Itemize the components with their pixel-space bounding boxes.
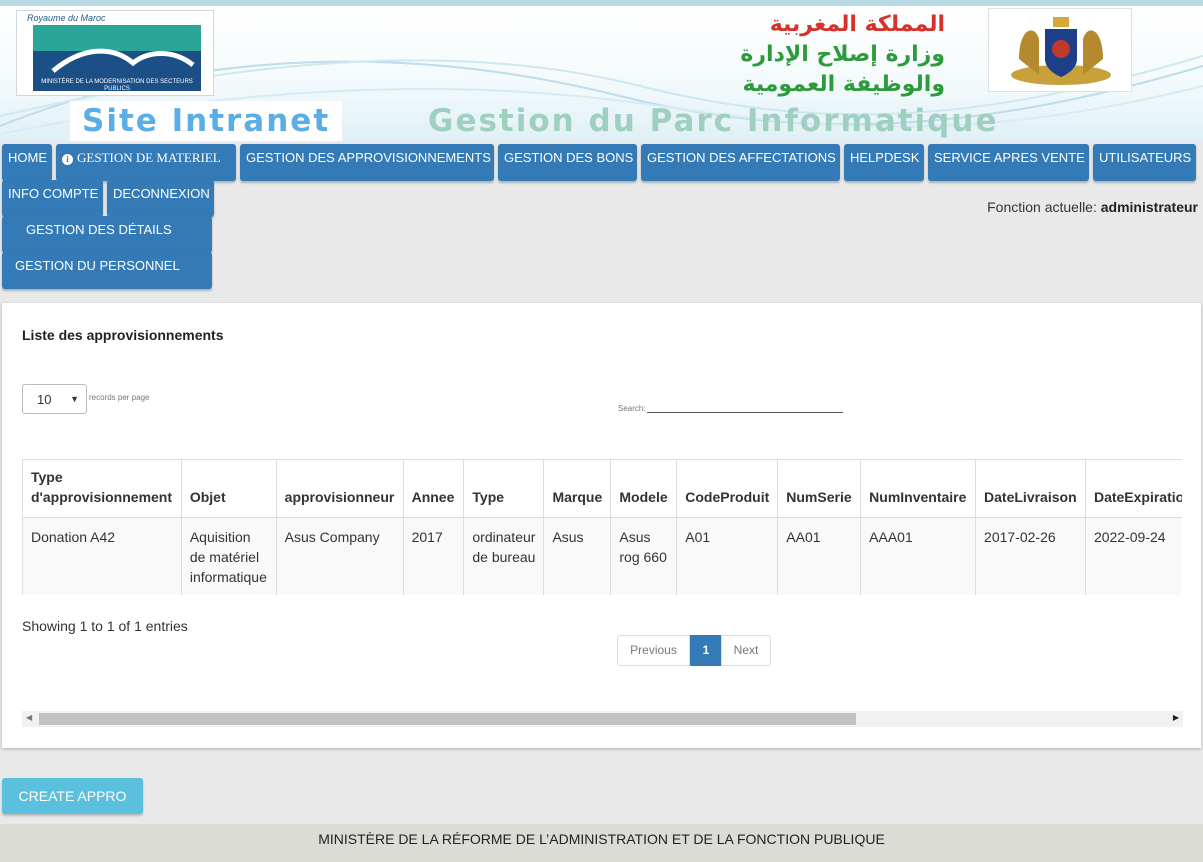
table-cell: 2017	[402, 517, 465, 595]
arabic-line-3: والوظيفة العمومية	[742, 72, 945, 97]
ministry-logo: Royaume du Maroc MINISTÈRE DE LA MODERNI…	[16, 10, 214, 96]
column-header[interactable]: Annee	[402, 459, 465, 518]
nav-info-compte-label: INFO COMPTE	[8, 186, 99, 201]
column-header[interactable]: Type	[463, 459, 545, 518]
create-appro-button[interactable]: CREATE APPRO	[2, 778, 143, 814]
coat-of-arms-icon	[1011, 17, 1111, 85]
entries-info: Showing 1 to 1 of 1 entries	[22, 618, 188, 634]
table-cell: Asus Company	[275, 517, 404, 595]
royal-emblem	[988, 8, 1132, 92]
logo-ministry-text: MINISTÈRE DE LA MODERNISATION DES SECTEU…	[41, 79, 193, 92]
table-cell: ordinateur de bureau	[463, 517, 545, 595]
table-cell: 2017-02-26	[975, 517, 1086, 595]
horizontal-scrollbar[interactable]: ◀ ▶	[22, 711, 1183, 727]
search-input[interactable]	[647, 412, 843, 413]
nav-info-compte[interactable]: INFO COMPTE	[2, 180, 103, 217]
nav-utilisateurs[interactable]: UTILISATEURS	[1093, 144, 1196, 181]
nav-gestion-approvisionnements[interactable]: GESTION DES APPROVISIONNEMENTS	[240, 144, 494, 181]
table-header-row: Type d'approvisionnement Objet approvisi…	[22, 459, 1182, 518]
nav-deconnexion-label: DECONNEXION	[113, 186, 210, 201]
column-header[interactable]: CodeProduit	[676, 459, 779, 518]
nav-home-label: HOME	[8, 150, 47, 165]
nav-gestion-materiel-label: GESTION DE MATERIEL	[77, 150, 221, 165]
logo-kingdom-text: Royaume du Maroc	[27, 13, 106, 23]
header-banner: Royaume du Maroc MINISTÈRE DE LA MODERNI…	[0, 6, 1203, 142]
footer: MINISTÈRE DE LA RÉFORME DE L’ADMINISTRAT…	[0, 824, 1203, 862]
current-role-value: administrateur	[1100, 199, 1198, 215]
search-label: Search:	[618, 404, 646, 413]
table-cell: AA01	[777, 517, 862, 595]
column-header[interactable]: DateLivraison	[975, 459, 1086, 518]
nav-gestion-affectations[interactable]: GESTION DES AFFECTATIONS	[641, 144, 840, 181]
nav-helpdesk-label: HELPDESK	[850, 150, 920, 165]
nav-gestion-affectations-label: GESTION DES AFFECTATIONS	[647, 150, 836, 165]
site-subtitle: Gestion du Parc Informatique	[428, 103, 999, 139]
column-header[interactable]: Objet	[180, 459, 277, 518]
nav-utilisateurs-label: UTILISATEURS	[1099, 150, 1192, 165]
table-cell: Asus	[543, 517, 612, 595]
nav-gestion-personnel[interactable]: GESTION DU PERSONNEL	[2, 252, 212, 289]
approvisionnements-panel: Liste des approvisionnements 10 ▼ record…	[2, 303, 1201, 748]
approvisionnements-table: Type d'approvisionnement Objet approvisi…	[22, 459, 1182, 595]
pagination: Previous 1 Next	[617, 635, 771, 666]
page-1-button[interactable]: 1	[690, 635, 722, 666]
table-cell: Aquisition de matériel informatique	[180, 517, 277, 595]
scrollbar-thumb[interactable]	[39, 713, 856, 725]
site-title: Site Intranet	[70, 101, 343, 141]
table-cell: Asus rog 660	[610, 517, 678, 595]
arabic-line-2: وزارة إصلاح الإدارة	[740, 42, 945, 67]
nav-gestion-appro-label: GESTION DES APPROVISIONNEMENTS	[246, 150, 491, 165]
current-role: Fonction actuelle: administrateur	[987, 199, 1198, 215]
column-header[interactable]: approvisionneur	[275, 459, 404, 518]
records-per-page-select[interactable]: 10 ▼	[22, 384, 87, 414]
previous-page-button[interactable]: Previous	[617, 635, 690, 666]
scroll-right-icon[interactable]: ▶	[1173, 713, 1179, 722]
nav-gestion-personnel-label: GESTION DU PERSONNEL	[15, 258, 180, 273]
table-cell: 2022-09-24	[1084, 517, 1182, 595]
nav-sav-label: SERVICE APRES VENTE	[934, 150, 1085, 165]
scroll-left-icon[interactable]: ◀	[26, 713, 32, 722]
nav-gestion-details[interactable]: GESTION DES DÉTAILS	[2, 216, 212, 253]
nav-gestion-details-label: GESTION DES DÉTAILS	[26, 222, 172, 237]
records-per-page-label: records per page	[89, 393, 150, 402]
column-header[interactable]: NumSerie	[777, 459, 862, 518]
nav-gestion-materiel[interactable]: i GESTION DE MATERIEL	[56, 144, 236, 181]
footer-text: MINISTÈRE DE LA RÉFORME DE L’ADMINISTRAT…	[318, 831, 885, 847]
table-cell: AAA01	[860, 517, 977, 595]
nav-deconnexion[interactable]: DECONNEXION	[107, 180, 214, 217]
nav-service-apres-vente[interactable]: SERVICE APRES VENTE	[928, 144, 1089, 181]
table-cell: Donation A42	[22, 517, 182, 595]
nav-home[interactable]: HOME	[2, 144, 52, 181]
next-page-button[interactable]: Next	[721, 635, 771, 666]
records-per-page-value: 10	[37, 392, 52, 407]
approvisionnements-table-wrapper: Type d'approvisionnement Objet approvisi…	[22, 459, 1182, 595]
column-header[interactable]: Marque	[543, 459, 612, 518]
info-icon: i	[62, 154, 73, 165]
column-header[interactable]: Modele	[610, 459, 678, 518]
table-row: Donation A42 Aquisition de matériel info…	[22, 517, 1182, 595]
caret-down-icon: ▼	[70, 394, 79, 404]
panel-title: Liste des approvisionnements	[22, 327, 224, 343]
nav-helpdesk[interactable]: HELPDESK	[844, 144, 924, 181]
nav-gestion-bons[interactable]: GESTION DES BONS	[498, 144, 637, 181]
arabic-line-1: المملكة المغربية	[769, 12, 945, 37]
column-header[interactable]: Type d'approvisionnement	[22, 459, 182, 518]
current-role-label: Fonction actuelle:	[987, 199, 1097, 215]
column-header[interactable]: DateExpiration	[1084, 459, 1182, 518]
arabic-title: المملكة المغربية وزارة إصلاح الإدارة وال…	[740, 10, 945, 100]
nav-gestion-bons-label: GESTION DES BONS	[504, 150, 634, 165]
column-header[interactable]: NumInventaire	[860, 459, 977, 518]
table-cell: A01	[676, 517, 779, 595]
